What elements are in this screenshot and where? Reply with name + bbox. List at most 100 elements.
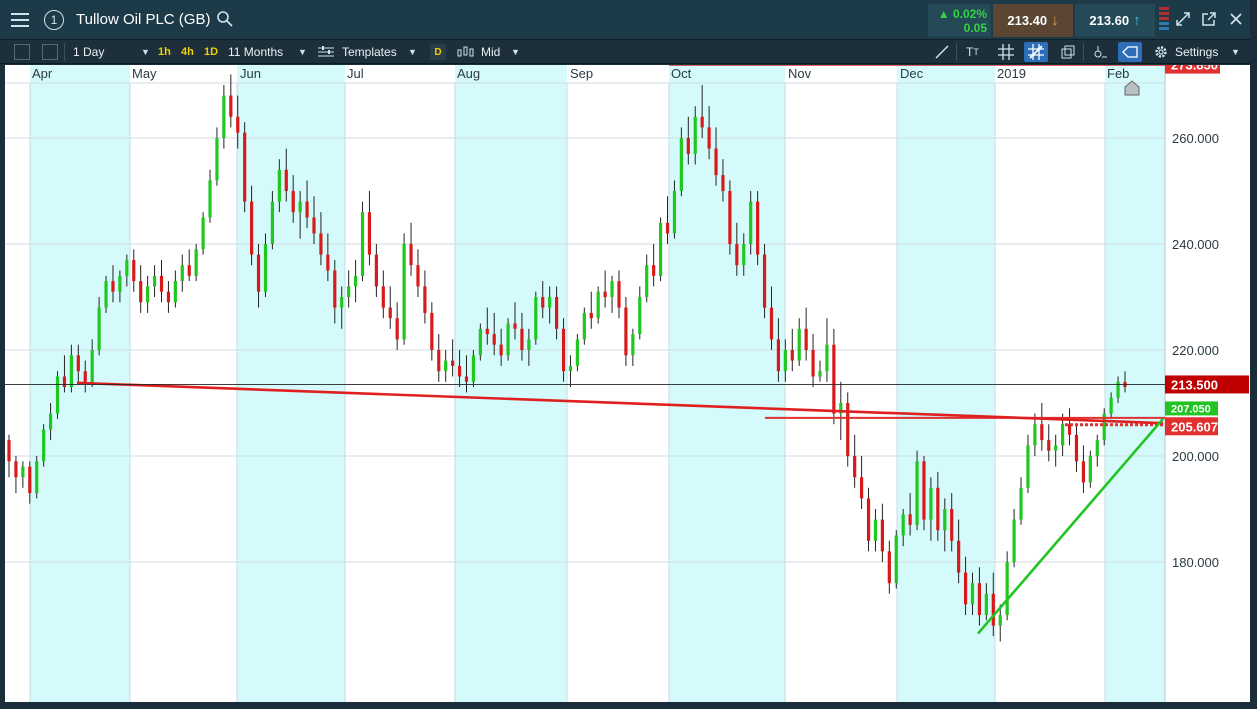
candle-body bbox=[201, 217, 205, 250]
buy-button[interactable]: 213.60 ↑ bbox=[1075, 4, 1155, 37]
interval-select[interactable]: 1 Day bbox=[73, 40, 104, 64]
candle-body bbox=[374, 254, 378, 287]
x-tick-label: Apr bbox=[32, 66, 53, 81]
candle-body bbox=[35, 461, 39, 494]
x-tick-label: Sep bbox=[570, 66, 593, 81]
active-tool-icon[interactable] bbox=[1024, 42, 1048, 62]
candle-body bbox=[381, 286, 385, 308]
chevron-down-icon[interactable]: ▼ bbox=[141, 40, 150, 64]
candle-body bbox=[360, 212, 365, 276]
candle-body bbox=[222, 95, 226, 138]
change-absolute: 0.05 bbox=[963, 21, 987, 35]
candle-body bbox=[769, 307, 774, 340]
candle-body bbox=[277, 169, 281, 202]
candle-body bbox=[721, 175, 725, 191]
candle-body bbox=[790, 350, 794, 361]
info-icon[interactable]: 1 bbox=[40, 6, 68, 34]
price-chart[interactable]: Apr May Jun Jul Aug Sep Oct Nov Dec 2019 Feb 200.00… bbox=[5, 65, 1250, 702]
candle-body bbox=[132, 259, 136, 282]
shape-icon[interactable] bbox=[1118, 42, 1142, 62]
x-tick-label: Dec bbox=[900, 66, 924, 81]
up-arrow-icon: ↑ bbox=[1133, 12, 1141, 29]
close-icon[interactable] bbox=[1225, 8, 1247, 30]
candlestick-chart[interactable]: Apr May Jun Jul Aug Sep Oct Nov Dec 2019 Feb 200.00… bbox=[5, 65, 1250, 702]
candle-body bbox=[340, 297, 344, 308]
candle-body bbox=[943, 509, 947, 531]
month-band bbox=[1105, 65, 1165, 702]
quick-4h-button[interactable]: 4h bbox=[181, 40, 194, 64]
title-bar: 1 Tullow Oil PLC (GB) ▲ 0.02% 0.05 213.4… bbox=[0, 0, 1257, 40]
quick-1h-button[interactable]: 1h bbox=[158, 40, 171, 64]
settings-button[interactable]: Settings bbox=[1175, 40, 1218, 64]
x-tick-label: Feb bbox=[1107, 66, 1129, 81]
candle-body bbox=[97, 307, 101, 350]
candle-body bbox=[762, 254, 767, 308]
divider bbox=[64, 43, 65, 61]
sell-button[interactable]: 213.40 ↓ bbox=[993, 4, 1073, 37]
templates-icon[interactable] bbox=[318, 40, 334, 64]
depth-icon[interactable] bbox=[1158, 6, 1170, 34]
gear-icon[interactable] bbox=[1153, 40, 1169, 64]
y-tick-label: 200.000 bbox=[1172, 449, 1219, 464]
page-title: Tullow Oil PLC (GB) bbox=[76, 11, 211, 28]
candle-body bbox=[887, 551, 891, 584]
y-tick-label: 240.000 bbox=[1172, 237, 1219, 252]
candle-body bbox=[575, 339, 579, 366]
chevron-down-icon[interactable]: ▼ bbox=[408, 40, 417, 64]
candle-body bbox=[1012, 519, 1016, 562]
duplicate-icon[interactable] bbox=[1060, 40, 1076, 64]
menu-icon[interactable] bbox=[6, 6, 34, 34]
price-type-icon[interactable] bbox=[457, 40, 475, 64]
external-link-icon[interactable] bbox=[1198, 8, 1220, 30]
candle-body bbox=[811, 350, 815, 377]
candle-body bbox=[437, 350, 441, 372]
chevron-down-icon[interactable]: ▼ bbox=[1231, 40, 1240, 64]
candle-body bbox=[409, 244, 413, 266]
price-type-select[interactable]: Mid bbox=[481, 40, 500, 64]
candle-body bbox=[714, 148, 718, 176]
candle-body bbox=[1040, 424, 1044, 441]
chevron-down-icon[interactable]: ▼ bbox=[298, 40, 307, 64]
candle-body bbox=[984, 593, 988, 615]
candle-body bbox=[582, 312, 586, 340]
layout-icon[interactable] bbox=[42, 44, 58, 60]
list-icon[interactable] bbox=[14, 44, 30, 60]
d-badge[interactable]: D bbox=[430, 44, 446, 60]
x-tick-label: Nov bbox=[788, 66, 812, 81]
candle-body bbox=[541, 297, 545, 308]
cursor-icon[interactable] bbox=[1092, 40, 1108, 64]
candle-body bbox=[915, 461, 919, 525]
candle-body bbox=[485, 328, 489, 335]
candle-body bbox=[256, 254, 261, 292]
candle-body bbox=[395, 318, 399, 340]
candle-body bbox=[991, 593, 995, 626]
text-tool-icon[interactable]: TT bbox=[966, 40, 979, 64]
candle-body bbox=[236, 116, 240, 133]
candle-body bbox=[783, 350, 787, 372]
x-tick-label: Jul bbox=[347, 66, 364, 81]
search-icon[interactable] bbox=[216, 10, 234, 28]
candle-body bbox=[859, 477, 864, 499]
candle-body bbox=[215, 138, 219, 181]
candle-body bbox=[568, 365, 573, 372]
candle-body bbox=[1088, 456, 1092, 483]
candle-body bbox=[457, 365, 462, 377]
candle-body bbox=[638, 297, 642, 335]
candle-body bbox=[672, 191, 677, 234]
candle-body bbox=[880, 519, 884, 552]
draw-line-icon[interactable] bbox=[934, 40, 950, 64]
candle-body bbox=[658, 222, 663, 276]
quick-1d-button[interactable]: 1D bbox=[204, 40, 218, 64]
grid-icon[interactable] bbox=[998, 40, 1014, 64]
pop-out-icon[interactable] bbox=[1172, 8, 1194, 30]
candle-body bbox=[263, 244, 268, 292]
candle-body bbox=[957, 540, 961, 573]
candle-body bbox=[353, 275, 358, 287]
chevron-down-icon[interactable]: ▼ bbox=[511, 40, 520, 64]
candle-body bbox=[194, 249, 198, 276]
candle-body bbox=[707, 127, 711, 149]
candle-body bbox=[180, 265, 184, 282]
templates-button[interactable]: Templates bbox=[342, 40, 397, 64]
candle-body bbox=[950, 509, 954, 541]
range-select[interactable]: 11 Months bbox=[228, 40, 283, 64]
